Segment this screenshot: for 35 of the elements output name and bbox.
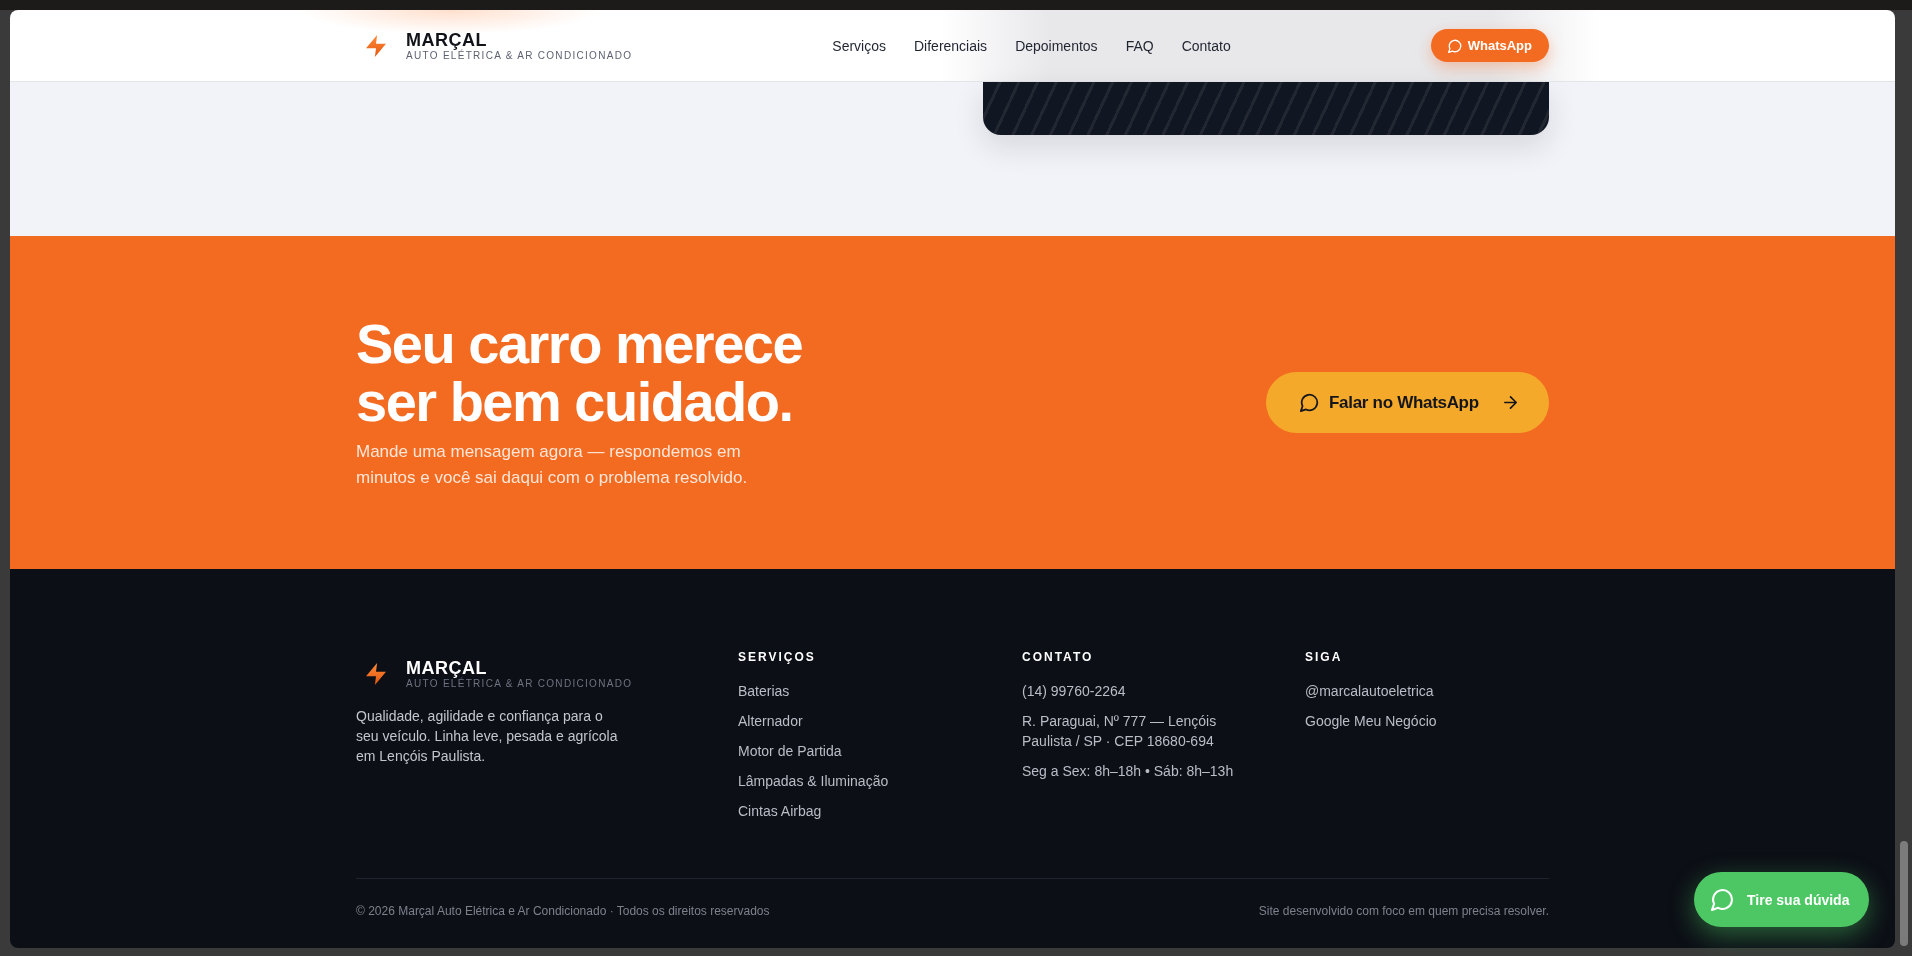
footer-link[interactable]: Cintas Airbag xyxy=(738,801,822,821)
brand-tagline: AUTO ELÉTRICA & AR CONDICIONADO xyxy=(406,49,633,62)
arrow-icon xyxy=(1504,396,1517,409)
chat-icon xyxy=(1711,888,1734,911)
nav-link[interactable]: Diferenciais xyxy=(914,37,988,54)
contact-info: Seg a Sex: 8h–18h • Sáb: 8h–13h xyxy=(1022,762,1234,781)
bolt-icon xyxy=(366,33,386,58)
chat-icon xyxy=(1300,393,1319,412)
brand-name: MARÇAL xyxy=(406,658,487,678)
nav-link[interactable]: FAQ xyxy=(1125,37,1154,54)
nav-link[interactable]: Serviços xyxy=(832,37,886,54)
column-heading: SERVIÇOS xyxy=(738,649,816,665)
whatsapp-cta-button[interactable]: Falar no WhatsApp xyxy=(1266,372,1549,433)
nav-link[interactable]: Depoimentos xyxy=(1015,37,1098,54)
footer-link[interactable]: Google Meu Negócio xyxy=(1305,711,1437,731)
cta-heading: Seu carro merece ser bem cuidado. xyxy=(356,314,804,431)
copyright-text: © 2026 Marçal Auto Elétrica e Ar Condicionado · Todos os direitos reservados xyxy=(356,903,770,919)
brand-name: MARÇAL xyxy=(406,29,487,50)
contact-info: (14) 99760-2264 xyxy=(1022,682,1126,701)
footer-link[interactable]: Lâmpadas & Iluminação xyxy=(738,771,889,791)
footer-link[interactable]: Baterias xyxy=(738,681,790,701)
credit-text: Site desenvolvido com foco em quem precisa resolver. xyxy=(1258,903,1549,919)
chat-icon xyxy=(1447,38,1462,53)
bolt-icon xyxy=(366,662,386,686)
nav-link[interactable]: Contato xyxy=(1181,37,1231,54)
column-heading: SIGA xyxy=(1305,649,1343,665)
footer-description: Qualidade, agilidade e confiança para o seu veículo. Linha leve, pesada e agrícola em Lençóis Paulista. xyxy=(356,707,619,766)
brand-tagline: AUTO ELÉTRICA & AR CONDICIONADO xyxy=(406,678,633,690)
contact-info: R. Paraguai, Nº 777 — Lençóis Paulista / SP · CEP 18680-694 xyxy=(1022,712,1218,751)
footer-link[interactable]: Alternador xyxy=(738,711,803,731)
footer-link[interactable]: @marcalautoeletrica xyxy=(1305,681,1434,701)
cta-text: Mande uma mensagem agora — respondemos em minutos e você sai daqui com o problema resolvido. xyxy=(356,440,749,489)
scrollbar-thumb[interactable] xyxy=(1899,841,1908,946)
footer-link[interactable]: Motor de Partida xyxy=(738,741,842,761)
column-heading: CONTATO xyxy=(1022,649,1094,665)
